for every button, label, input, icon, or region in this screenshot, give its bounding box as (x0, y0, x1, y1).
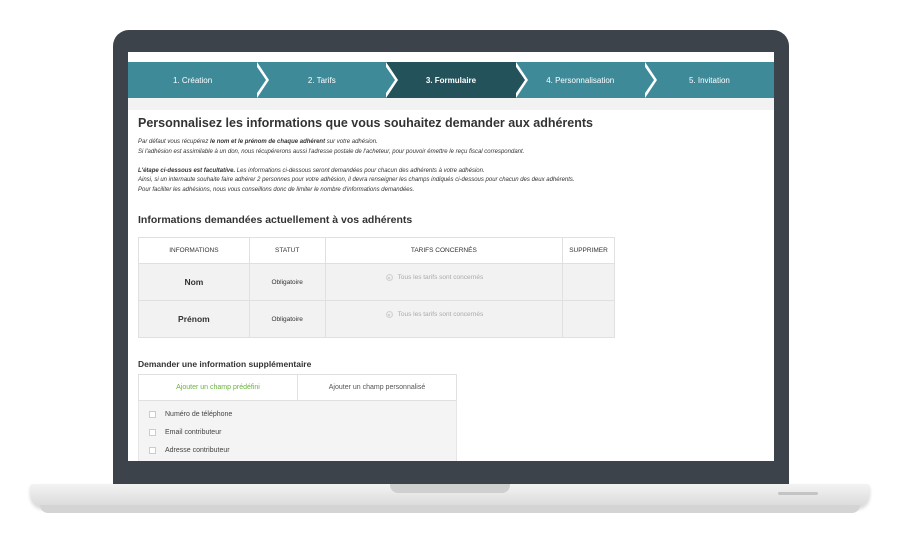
tab-custom-field[interactable]: Ajouter un champ personnalisé (298, 375, 456, 400)
option-address[interactable]: Adresse contributeur (149, 447, 230, 454)
step-label: 1. Création (173, 75, 213, 85)
chevron-right-icon (255, 62, 270, 98)
chevron-right-icon (642, 62, 657, 98)
step-invitation[interactable]: 5. Invitation (645, 62, 774, 98)
option-label: Adresse contributeur (165, 447, 230, 454)
intro-line-5: Pour faciliter les adhésions, nous vous … (138, 186, 415, 193)
information-table: INFORMATIONS STATUT TARIFS CONCERNÉS SUP… (138, 237, 615, 338)
form-content: Personnalisez les informations que vous … (128, 110, 774, 461)
tab-predefined-field[interactable]: Ajouter un champ prédéfini (139, 375, 298, 400)
intro-line-3: L'étape ci-dessous est facultative. Les … (138, 167, 738, 177)
step-label: 2. Tarifs (307, 75, 336, 85)
option-phone[interactable]: Numéro de téléphone (149, 411, 232, 418)
step-tarifs[interactable]: 2. Tarifs (257, 62, 399, 98)
column-header-informations: INFORMATIONS (138, 237, 250, 264)
predefined-fields-panel: Numéro de téléphone Email contributeur A… (138, 401, 457, 461)
tarifs-label: Tous les tarifs sont concernés (397, 274, 484, 282)
chevron-right-icon (384, 62, 399, 98)
info-name-cell: Prénom (138, 300, 250, 338)
tarifs-cell: Tous les tarifs sont concernés (324, 300, 564, 338)
page-background: Personnalisez les informations que vous … (128, 98, 774, 461)
option-email[interactable]: Email contributeur (149, 429, 221, 436)
step-creation[interactable]: 1. Création (128, 62, 270, 98)
checkbox[interactable] (149, 429, 156, 436)
field-type-tabs: Ajouter un champ prédéfini Ajouter un ch… (138, 374, 457, 401)
statut-cell: Obligatoire (248, 300, 326, 338)
option-label: Numéro de téléphone (165, 411, 233, 418)
intro-line-3-suffix: Les informations ci-dessous seront deman… (235, 167, 485, 174)
intro-line-1-bold: le nom et le prénom de chaque adhérent (210, 139, 326, 145)
step-formulaire[interactable]: 3. Formulaire (386, 62, 528, 98)
checkbox[interactable] (149, 411, 156, 418)
tarifs-label: Tous les tarifs sont concernés (397, 311, 484, 319)
step-label: 4. Personnalisation (546, 75, 615, 85)
option-label: Email contributeur (165, 429, 222, 436)
intro-line-1-suffix: sur votre adhésion. (325, 139, 378, 145)
section-title: Informations demandées actuellement à vo… (138, 214, 413, 226)
extra-info-title: Demander une information supplémentaire (138, 359, 312, 369)
step-label: 3. Formulaire (425, 75, 477, 85)
intro-line-4: Ainsi, si un internaute souhaite faire a… (138, 177, 575, 184)
table-header-row: INFORMATIONS STATUT TARIFS CONCERNÉS SUP… (138, 237, 615, 264)
laptop-screen: 1. Création 2. Tarifs 3. Formulaire 4. P… (128, 52, 774, 461)
info-name-cell: Nom (138, 263, 250, 301)
delete-cell[interactable] (562, 263, 615, 301)
radio-icon[interactable] (385, 311, 393, 319)
laptop-bottom (40, 505, 860, 513)
column-header-tarifs: TARIFS CONCERNÉS (324, 237, 564, 264)
column-header-statut: STATUT (248, 237, 326, 264)
table-row: Nom Obligatoire Tous les tarifs sont con… (138, 263, 615, 301)
step-progress-bar: 1. Création 2. Tarifs 3. Formulaire 4. P… (128, 62, 774, 98)
delete-cell[interactable] (562, 300, 615, 338)
intro-line-1: Par défaut vous récupérez le nom et le p… (138, 138, 738, 148)
intro-text: Par défaut vous récupérez le nom et le p… (138, 138, 738, 196)
checkbox[interactable] (149, 447, 156, 454)
table-row: Prénom Obligatoire Tous les tarifs sont … (138, 300, 615, 338)
tarifs-cell: Tous les tarifs sont concernés (324, 263, 564, 301)
column-header-supprimer: SUPPRIMER (562, 237, 615, 264)
step-label: 5. Invitation (688, 75, 730, 85)
intro-line-3-bold: L'étape ci-dessous est facultative. (138, 167, 236, 174)
intro-line-1-prefix: Par défaut vous récupérez (138, 139, 211, 145)
laptop-notch (390, 484, 510, 493)
step-personnalisation[interactable]: 4. Personnalisation (516, 62, 657, 98)
intro-line-2: Si l'adhésion est assimilable à un don, … (138, 148, 525, 155)
laptop-foot (778, 492, 818, 495)
intro-spacer (138, 157, 738, 167)
chevron-right-icon (513, 62, 528, 98)
statut-cell: Obligatoire (248, 263, 326, 301)
radio-icon[interactable] (385, 274, 393, 282)
page-title: Personnalisez les informations que vous … (138, 116, 593, 130)
